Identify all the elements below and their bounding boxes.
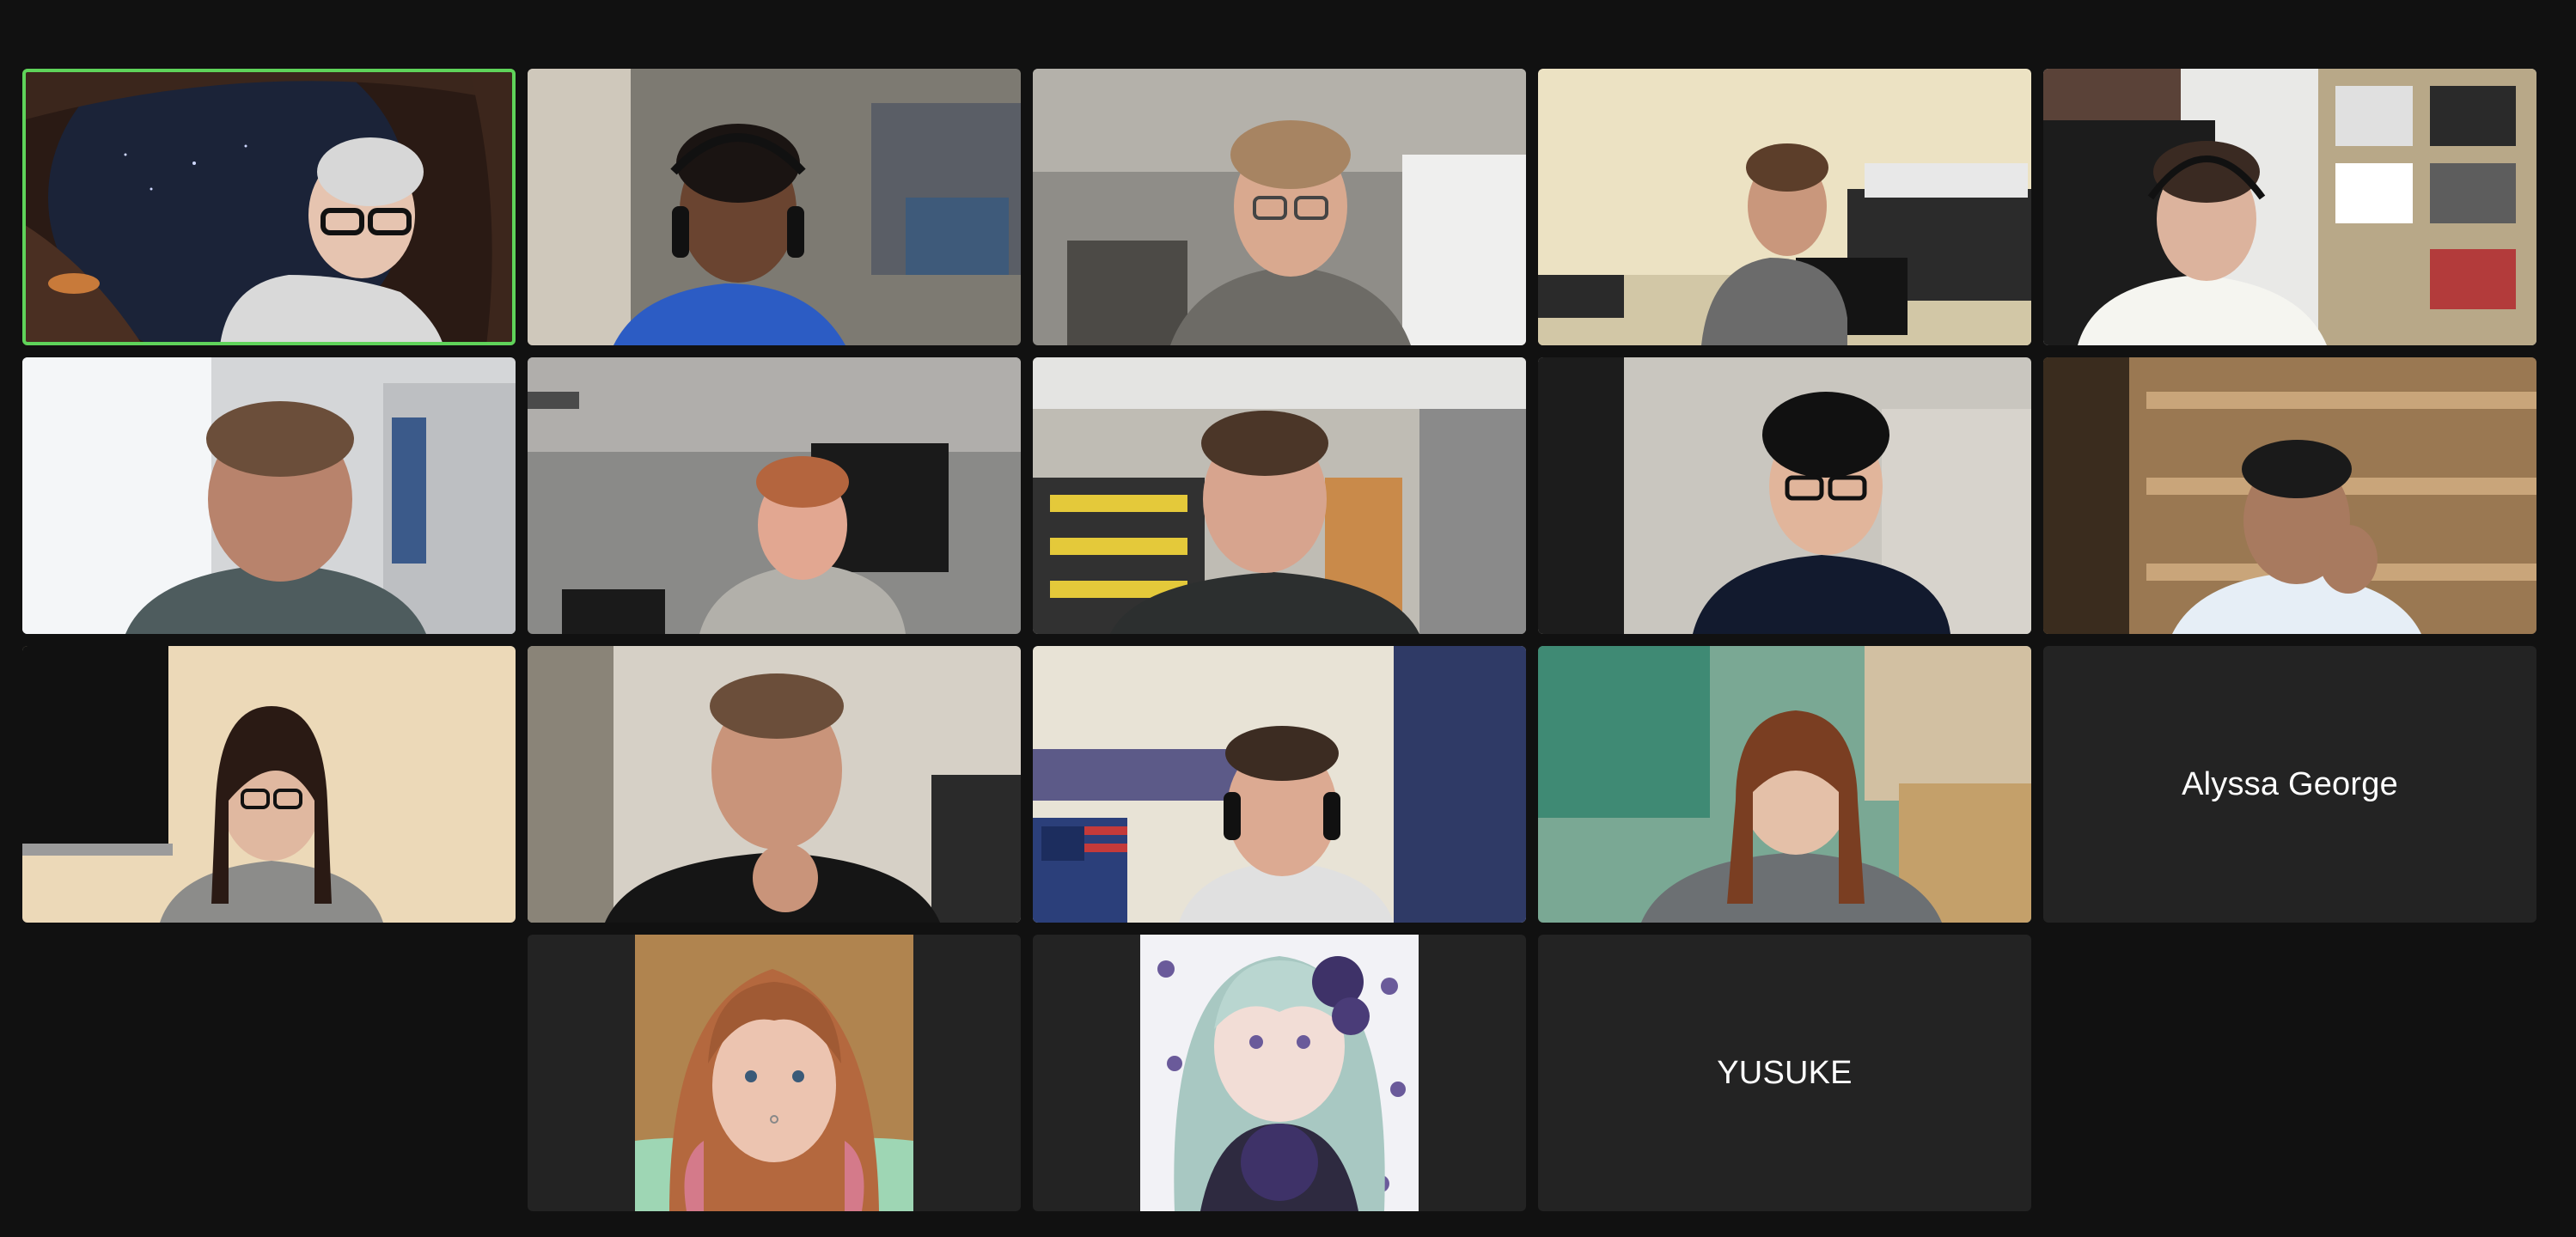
participant-tile[interactable] (2043, 69, 2536, 345)
participant-tile[interactable] (1033, 69, 1526, 345)
participant-tile[interactable] (1033, 646, 1526, 923)
participant-tile[interactable] (1033, 357, 1526, 634)
participant-tile-avatar[interactable] (528, 935, 1021, 1211)
participant-tile[interactable] (1538, 69, 2031, 345)
participant-video (2043, 69, 2536, 345)
participant-video (22, 357, 516, 634)
participant-tile[interactable] (2043, 357, 2536, 634)
participant-video (528, 357, 1021, 634)
participant-video (1033, 357, 1526, 634)
profile-picture (1140, 935, 1419, 1211)
participant-tile[interactable] (528, 646, 1021, 923)
participant-video (2043, 357, 2536, 634)
participant-video (1538, 646, 2031, 923)
participant-video (528, 646, 1021, 923)
participant-tile[interactable] (1538, 646, 2031, 923)
participant-tile[interactable] (22, 646, 516, 923)
participant-tile-avatar[interactable] (1033, 935, 1526, 1211)
participant-tile[interactable] (528, 69, 1021, 345)
participant-video (1033, 646, 1526, 923)
participant-video (1033, 69, 1526, 345)
participant-video (528, 69, 1021, 345)
participant-tile-active-speaker[interactable] (22, 69, 516, 345)
participant-tile[interactable] (1538, 357, 2031, 634)
participant-video (22, 69, 516, 345)
participant-video (1538, 69, 2031, 345)
participant-tile[interactable] (528, 357, 1021, 634)
video-gallery: Alyssa George YUSUKE (0, 0, 2576, 1237)
participant-tile-camera-off[interactable]: YUSUKE (1538, 935, 2031, 1211)
participant-video (22, 646, 516, 923)
participant-name: YUSUKE (1717, 1054, 1853, 1091)
participant-name: Alyssa George (2182, 765, 2398, 802)
participant-tile[interactable] (22, 357, 516, 634)
participant-tile-camera-off[interactable]: Alyssa George (2043, 646, 2536, 923)
profile-picture (635, 935, 913, 1211)
participant-video (1538, 357, 2031, 634)
